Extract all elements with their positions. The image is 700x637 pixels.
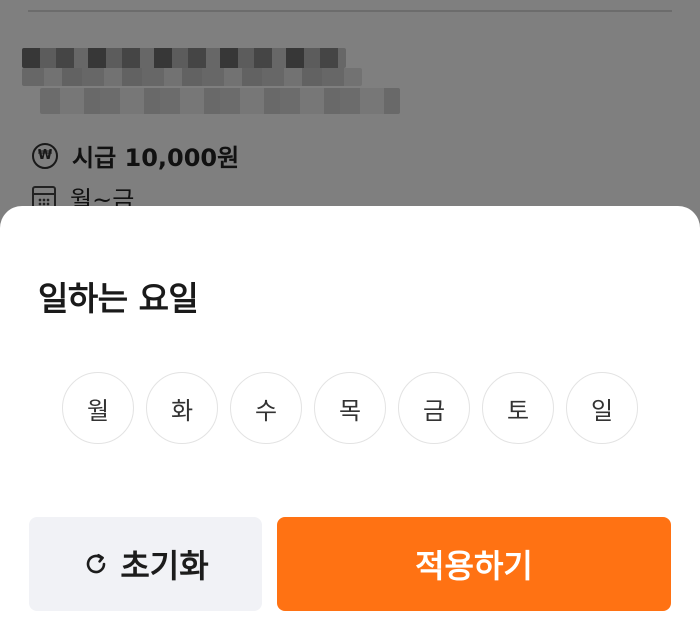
day-chip-fri[interactable]: 금 xyxy=(398,372,470,444)
day-chip-tue[interactable]: 화 xyxy=(146,372,218,444)
day-chip-wed[interactable]: 수 xyxy=(230,372,302,444)
reset-button[interactable]: 초기화 xyxy=(29,517,262,611)
reset-label: 초기화 xyxy=(120,547,209,585)
screen: ₩ 시급 10,000원 월~금 일하는 요일 월 화 수 목 금 토 일 초기… xyxy=(0,0,700,637)
sheet-title: 일하는 요일 xyxy=(38,279,199,318)
refresh-icon xyxy=(87,553,106,574)
workday-bottom-sheet: 일하는 요일 월 화 수 목 금 토 일 초기화 적용하기 xyxy=(0,206,700,637)
apply-button[interactable]: 적용하기 xyxy=(277,517,671,611)
day-chip-mon[interactable]: 월 xyxy=(62,372,134,444)
day-chip-sun[interactable]: 일 xyxy=(566,372,638,444)
day-chip-thu[interactable]: 목 xyxy=(314,372,386,444)
day-chip-sat[interactable]: 토 xyxy=(482,372,554,444)
day-selector: 월 화 수 목 금 토 일 xyxy=(62,372,638,444)
apply-label: 적용하기 xyxy=(415,547,533,585)
